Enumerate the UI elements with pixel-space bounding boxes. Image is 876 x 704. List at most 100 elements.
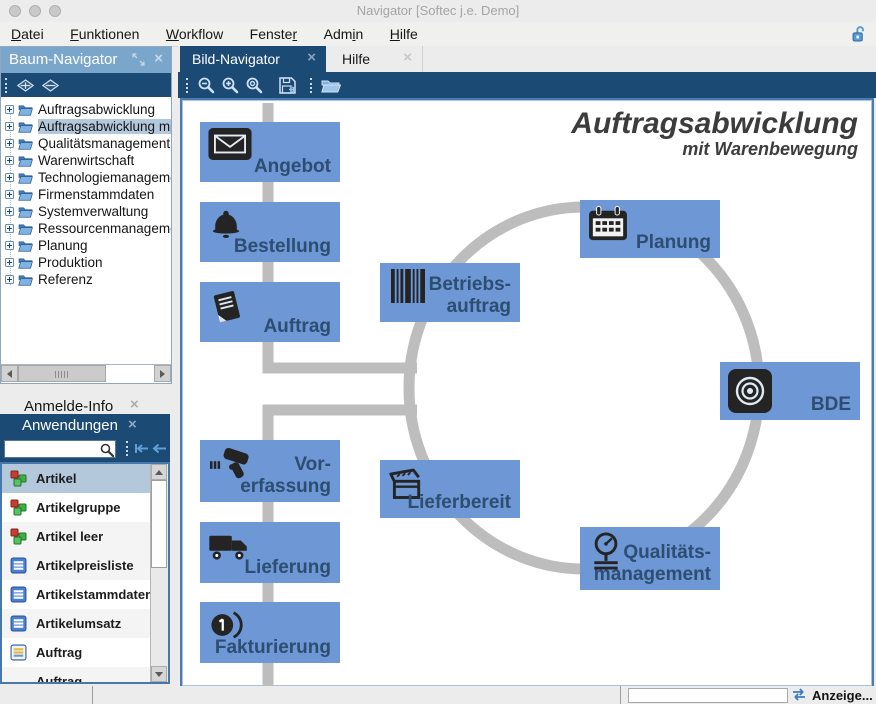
folder-icon (18, 223, 33, 235)
list-item[interactable]: Artikelumsatz (2, 609, 168, 638)
expander-icon[interactable] (5, 241, 14, 250)
list-icon-yellow (10, 644, 27, 661)
list-item[interactable]: Artikelstammdaten (2, 580, 168, 609)
collapse-all-button[interactable] (42, 79, 59, 92)
menu-bar: Datei Funktionen Workflow Fenster Admin … (0, 22, 876, 47)
tree-item[interactable]: Produktion (1, 254, 171, 271)
folder-icon (18, 206, 33, 218)
menu-hilfe[interactable]: Hilfe (379, 22, 429, 42)
expander-icon[interactable] (5, 224, 14, 233)
folder-icon (18, 104, 33, 116)
expander-icon[interactable] (5, 156, 14, 165)
list-item[interactable]: Artikelgruppe (2, 493, 168, 522)
anwendungen-title: Anwendungen (0, 417, 140, 434)
tab-hilfe[interactable]: Hilfe × (326, 46, 423, 72)
tree-item[interactable]: Planung (1, 237, 171, 254)
scroll-right-button[interactable] (154, 365, 171, 382)
anwendungen-close-icon[interactable]: × (128, 416, 137, 433)
list-item[interactable]: Auftrag (2, 638, 168, 667)
anmelde-close-icon[interactable]: × (130, 396, 139, 413)
list-item[interactable]: Auftrag (2, 667, 168, 684)
tree-horizontal-scrollbar[interactable] (1, 364, 171, 383)
scroll-left-button[interactable] (1, 365, 18, 382)
diagram-box-vorerfassung[interactable]: Vor- erfassung (200, 440, 340, 502)
folder-icon (18, 257, 33, 269)
list-vertical-scrollbar[interactable] (150, 464, 168, 682)
menu-fenster[interactable]: Fenster (239, 22, 308, 42)
diagram-box-lieferung[interactable]: Lieferung (200, 522, 340, 583)
tree-item[interactable]: Auftragsabwicklung (1, 101, 171, 118)
diagram-box-bestellung[interactable]: Bestellung (200, 202, 340, 262)
scroll-down-button[interactable] (151, 666, 167, 682)
status-bar: Anzeige... (0, 686, 876, 704)
back-arrow-icon[interactable] (152, 442, 168, 455)
refresh-display-icon[interactable] (790, 688, 808, 701)
baum-toolbar (1, 73, 171, 97)
expand-all-button[interactable] (17, 79, 34, 92)
collapse-to-start-icon[interactable] (134, 442, 150, 455)
tree-item-selected[interactable]: Auftragsabwicklung mit Warenbewegung (1, 118, 171, 135)
tree-item[interactable]: Referenz (1, 271, 171, 288)
list-item[interactable]: Artikel leer (2, 522, 168, 551)
baum-navigator-panel: Baum-Navigator × Auftragsabwicklung Auft… (0, 46, 172, 384)
tree-item[interactable]: Technologiemanagement (1, 169, 171, 186)
tab-close-icon[interactable]: × (403, 49, 412, 66)
app-window: Navigator [Softec j.e. Demo] Datei Funkt… (0, 0, 876, 704)
tree-item[interactable]: Systemverwaltung (1, 203, 171, 220)
folder-icon (18, 155, 33, 167)
diagram-box-bde[interactable]: BDE (720, 362, 860, 420)
tab-bild-navigator[interactable]: Bild-Navigator × (180, 46, 326, 72)
folder-icon (18, 189, 33, 201)
diagram-box-qualitaetsmanagement[interactable]: Qualitäts- management (580, 527, 720, 590)
display-label[interactable]: Anzeige... (812, 688, 873, 703)
toolbar-grip[interactable] (310, 78, 312, 93)
tree-item[interactable]: Qualitätsmanagement (1, 135, 171, 152)
folder-icon (18, 138, 33, 150)
scrollbar-thumb[interactable] (18, 365, 106, 382)
save-image-icon[interactable] (278, 76, 297, 95)
menu-funktionen[interactable]: Funktionen (59, 22, 150, 42)
zoom-in-icon[interactable] (221, 76, 239, 94)
menu-workflow[interactable]: Workflow (155, 22, 234, 42)
expander-icon[interactable] (5, 139, 14, 148)
menu-datei[interactable]: Datei (0, 22, 55, 42)
diagram-box-planung[interactable]: Planung (580, 200, 720, 258)
zoom-out-icon[interactable] (197, 76, 215, 94)
diagram-box-auftrag[interactable]: Auftrag (200, 282, 340, 342)
folder-icon (18, 172, 33, 184)
tree-item[interactable]: Ressourcenmanagement (1, 220, 171, 237)
expander-icon[interactable] (5, 275, 14, 284)
toolbar-grip[interactable] (186, 78, 188, 93)
diagram-box-lieferbereit[interactable]: Lieferbereit (380, 460, 520, 518)
expander-icon[interactable] (5, 122, 14, 131)
expander-icon[interactable] (5, 190, 14, 199)
expander-icon[interactable] (5, 173, 14, 182)
lock-open-icon[interactable] (852, 25, 866, 43)
open-folder-icon[interactable] (321, 78, 341, 93)
applications-list: Artikel Artikelgruppe Artikel leer Artik… (0, 462, 170, 684)
envelope-icon (208, 128, 252, 160)
list-item[interactable]: Artikelpreisliste (2, 551, 168, 580)
menu-admin[interactable]: Admin (313, 22, 375, 42)
scroll-up-button[interactable] (151, 464, 167, 480)
zoom-original-icon[interactable] (245, 76, 263, 94)
scrollbar-thumb[interactable] (151, 480, 167, 568)
anmelde-info-tab[interactable]: Anmelde-Info × (0, 398, 150, 414)
panel-restore-icon[interactable] (132, 53, 145, 66)
diagram-title: Auftragsabwicklung mit Warenbewegung (571, 108, 858, 158)
diagram-box-fakturierung[interactable]: Fakturierung (200, 602, 340, 663)
diagram-box-angebot[interactable]: Angebot (200, 122, 340, 182)
panel-close-icon[interactable]: × (154, 50, 163, 68)
toolbar-grip[interactable] (5, 78, 7, 93)
expander-icon[interactable] (5, 207, 14, 216)
tree-item[interactable]: Firmenstammdaten (1, 186, 171, 203)
expander-icon[interactable] (5, 105, 14, 114)
expander-icon[interactable] (5, 258, 14, 267)
toolbar-grip[interactable] (126, 441, 128, 456)
tree-item[interactable]: Warenwirtschaft (1, 152, 171, 169)
list-item-selected[interactable]: Artikel (2, 464, 168, 493)
tab-close-icon[interactable]: × (307, 49, 316, 66)
folder-icon (18, 240, 33, 252)
statusbar-filter-input[interactable] (628, 688, 788, 703)
diagram-box-betriebsauftrag[interactable]: Betriebs- auftrag (380, 263, 520, 322)
